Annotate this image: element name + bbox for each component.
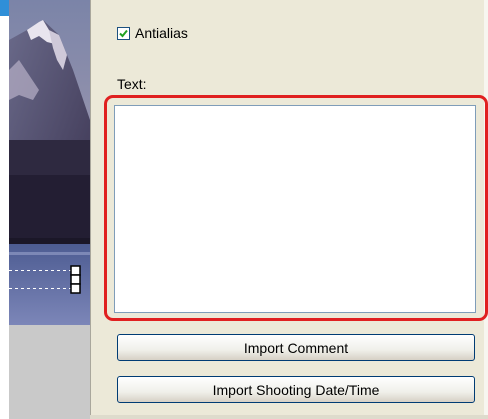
panel-border [90, 415, 488, 419]
antialias-checkbox-row[interactable]: Antialias [117, 24, 188, 42]
text-input[interactable] [114, 105, 476, 313]
import-shooting-datetime-button[interactable]: Import Shooting Date/Time [117, 376, 475, 403]
window-accent-strip [0, 0, 9, 16]
mountain-lake-photo [9, 0, 90, 325]
import-comment-button[interactable]: Import Comment [117, 334, 475, 361]
text-tool-dialog: Antialias Text: Import Comment Import Sh… [0, 0, 488, 419]
text-field-label: Text: [117, 76, 147, 92]
checkmark-icon [119, 29, 128, 37]
image-preview [9, 0, 90, 325]
preview-background [9, 325, 90, 419]
antialias-label: Antialias [135, 25, 188, 41]
antialias-checkbox[interactable] [117, 26, 130, 40]
